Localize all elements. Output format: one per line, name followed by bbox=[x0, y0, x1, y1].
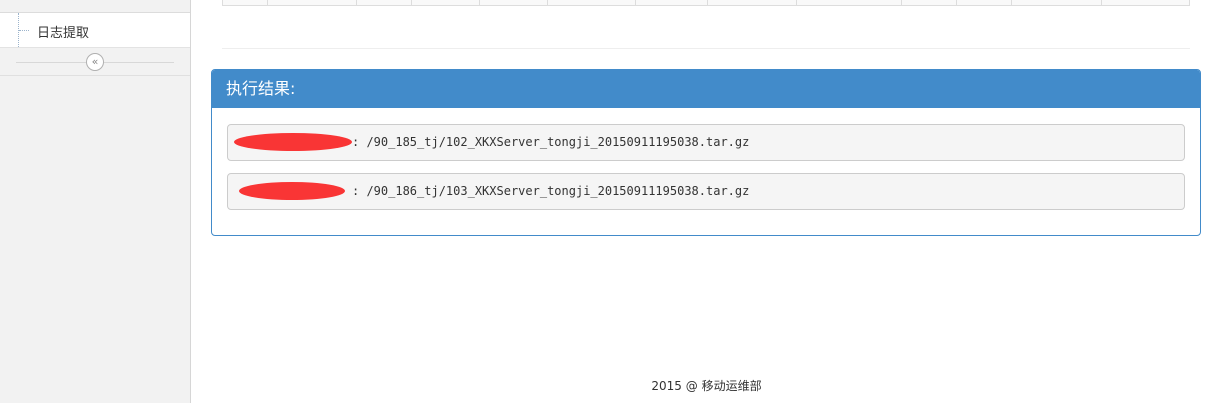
table-column-divider bbox=[411, 0, 412, 6]
result-item: : /90_186_tj/103_XKXServer_tongji_201509… bbox=[227, 173, 1185, 210]
table-column-divider bbox=[635, 0, 636, 6]
footer-copyright: 2015 @ 移动运维部 bbox=[651, 379, 762, 393]
table-column-divider bbox=[356, 0, 357, 6]
sidebar-item-log-extract[interactable]: 日志提取 bbox=[0, 13, 190, 48]
table-column-divider bbox=[547, 0, 548, 6]
sidebar-collapse-bar: « bbox=[0, 48, 190, 76]
table-column-divider bbox=[479, 0, 480, 6]
table-column-divider bbox=[267, 0, 268, 6]
table-column-divider bbox=[1101, 0, 1102, 6]
redacted-host-mark bbox=[239, 182, 345, 200]
sidebar: 日志提取 « bbox=[0, 0, 191, 403]
table-column-divider bbox=[901, 0, 902, 6]
result-path: : /90_186_tj/103_XKXServer_tongji_201509… bbox=[352, 184, 750, 198]
table-column-divider bbox=[796, 0, 797, 6]
table-column-divider bbox=[707, 0, 708, 6]
table-column-divider bbox=[1011, 0, 1012, 6]
panel-title: 执行结果: bbox=[212, 70, 1200, 108]
result-item: : /90_185_tj/102_XKXServer_tongji_201509… bbox=[227, 124, 1185, 161]
section-divider bbox=[222, 48, 1190, 49]
redacted-host-mark bbox=[234, 133, 352, 151]
collapse-sidebar-icon[interactable]: « bbox=[86, 53, 104, 71]
data-table-bottom bbox=[222, 0, 1190, 6]
result-path: : /90_185_tj/102_XKXServer_tongji_201509… bbox=[352, 135, 750, 149]
tree-branch bbox=[19, 30, 29, 31]
execution-result-panel: 执行结果: : /90_185_tj/102_XKXServer_tongji_… bbox=[211, 69, 1201, 236]
table-column-divider bbox=[956, 0, 957, 6]
sidebar-item-label: 日志提取 bbox=[37, 26, 90, 41]
